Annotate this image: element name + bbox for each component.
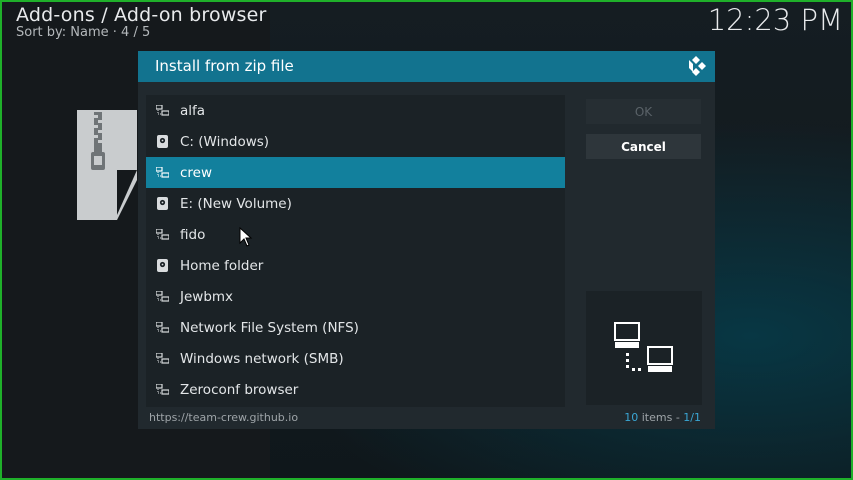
network-share-icon (155, 228, 169, 242)
sort-info[interactable]: Sort by: Name · 4 / 5 (16, 25, 150, 40)
kodi-logo-icon (689, 56, 706, 76)
list-item-label: Windows network (SMB) (180, 350, 344, 367)
hard-drive-icon (155, 197, 169, 211)
install-from-zip-dialog: Install from zip file alfa C: (Windows) … (138, 51, 715, 429)
item-count-info: 10 items - 1/1 (624, 411, 701, 424)
hard-drive-icon (155, 259, 169, 273)
page-title: Add-ons / Add-on browser (16, 4, 267, 26)
list-item-label: alfa (180, 102, 206, 119)
list-item-label: Zeroconf browser (180, 381, 299, 398)
network-share-icon (155, 383, 169, 397)
network-share-large-icon (614, 322, 673, 372)
list-item-label: C: (Windows) (180, 133, 270, 150)
list-item[interactable]: alfa (146, 95, 565, 126)
item-count-suffix: items - (638, 411, 684, 424)
network-share-icon (155, 321, 169, 335)
list-item[interactable]: Windows network (SMB) (146, 343, 565, 374)
clock: 12:23 PM (707, 3, 843, 37)
selected-item-thumbnail (586, 291, 702, 405)
list-item[interactable]: Network File System (NFS) (146, 312, 565, 343)
hard-drive-icon (155, 135, 169, 149)
zip-file-icon (77, 110, 137, 220)
list-item-selected[interactable]: crew (146, 157, 565, 188)
mouse-cursor-icon (239, 227, 253, 247)
footer-path: https://team-crew.github.io (149, 411, 299, 424)
list-item[interactable]: fido (146, 219, 565, 250)
network-share-icon (155, 352, 169, 366)
source-list[interactable]: alfa C: (Windows) crew E: (New Volume) f… (146, 95, 565, 407)
list-item-label: crew (180, 164, 213, 181)
list-item-label: E: (New Volume) (180, 195, 292, 212)
list-item-label: fido (180, 226, 206, 243)
list-item[interactable]: Zeroconf browser (146, 374, 565, 405)
page-indicator: 1/1 (683, 411, 701, 424)
cancel-button[interactable]: Cancel (586, 134, 701, 159)
dialog-title: Install from zip file (155, 57, 294, 75)
dialog-header: Install from zip file (138, 51, 715, 82)
network-share-icon (155, 290, 169, 304)
list-item[interactable]: C: (Windows) (146, 126, 565, 157)
list-item[interactable]: E: (New Volume) (146, 188, 565, 219)
item-count: 10 (624, 411, 639, 424)
list-item-label: Home folder (180, 257, 264, 274)
ok-button[interactable]: OK (586, 99, 701, 124)
network-share-icon (155, 104, 169, 118)
list-item[interactable]: Jewbmx (146, 281, 565, 312)
network-share-icon (155, 166, 169, 180)
list-item-label: Network File System (NFS) (180, 319, 359, 336)
list-item[interactable]: Home folder (146, 250, 565, 281)
list-item-label: Jewbmx (180, 288, 234, 305)
